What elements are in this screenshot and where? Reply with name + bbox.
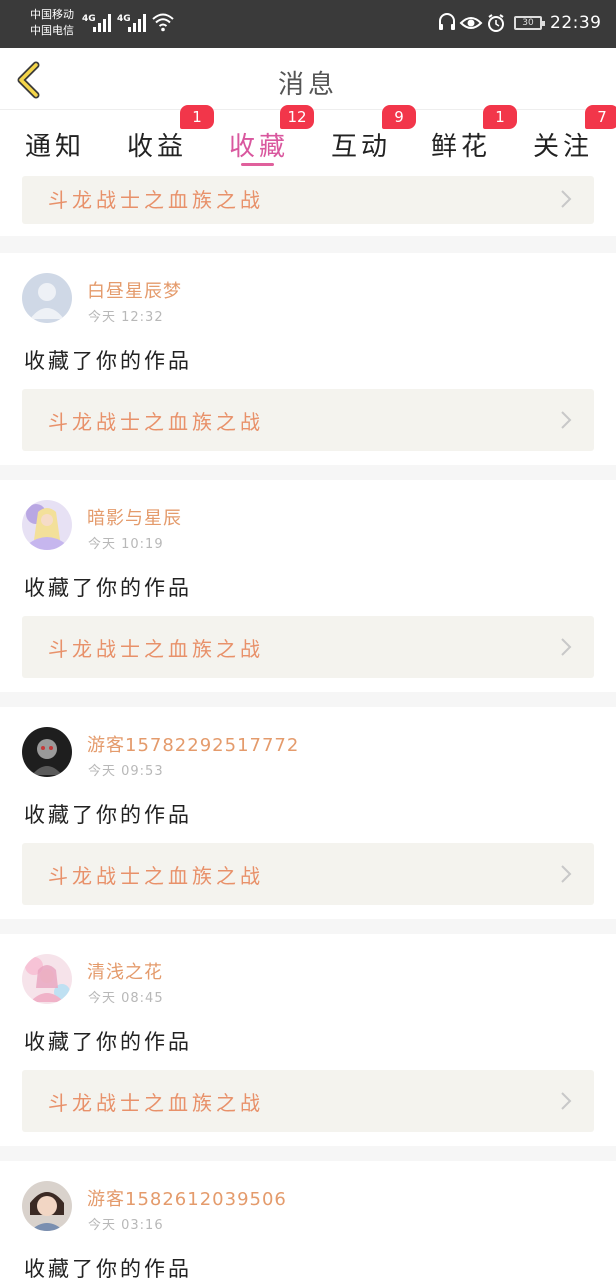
message-card: 游客15782292517772 今天 09:53 收藏了你的作品 斗龙战士之血… xyxy=(0,707,616,919)
tab-flowers[interactable]: 鲜花 xyxy=(421,126,501,163)
battery-icon: 30 xyxy=(514,16,545,30)
avatar[interactable] xyxy=(22,727,72,777)
avatar[interactable] xyxy=(22,1181,72,1231)
avatar[interactable] xyxy=(22,954,72,1004)
signal-icon xyxy=(93,14,113,32)
wifi-icon xyxy=(152,13,174,32)
chevron-right-icon xyxy=(561,411,572,429)
tab-follows[interactable]: 关注 xyxy=(523,126,603,163)
status-bar: 中国移动 中国电信 4G 4G 30 22:39 xyxy=(0,0,616,48)
user-name[interactable]: 清浅之花 xyxy=(87,958,163,984)
tab-interactions[interactable]: 互动 xyxy=(321,126,401,163)
user-name[interactable]: 游客1582612039506 xyxy=(87,1185,287,1211)
headset-icon xyxy=(439,13,455,30)
message-action: 收藏了你的作品 xyxy=(24,349,192,373)
user-name[interactable]: 白昼星辰梦 xyxy=(87,277,182,303)
tab-favorites-badge: 12 xyxy=(280,105,314,129)
navigation-header: 消息 xyxy=(0,48,616,110)
work-link[interactable]: 斗龙战士之血族之战 xyxy=(22,1070,594,1132)
system-icons xyxy=(439,13,504,32)
signal-icon xyxy=(128,14,148,32)
message-card: 暗影与星辰 今天 10:19 收藏了你的作品 斗龙战士之血族之战 xyxy=(0,480,616,692)
message-list[interactable]: 斗龙战士之血族之战 白昼星辰梦 今天 12:32 收藏了你的作品 斗龙战士之血族… xyxy=(0,176,616,1280)
chevron-right-icon xyxy=(561,865,572,883)
alarm-icon xyxy=(488,14,504,32)
message-time: 今天 03:16 xyxy=(88,1218,164,1233)
chevron-right-icon xyxy=(561,190,572,208)
message-action: 收藏了你的作品 xyxy=(24,803,192,827)
work-link[interactable]: 斗龙战士之血族之战 xyxy=(22,389,594,451)
avatar[interactable] xyxy=(22,500,72,550)
work-title: 斗龙战士之血族之战 xyxy=(48,864,264,888)
carrier-info: 中国移动 中国电信 xyxy=(30,7,74,39)
work-title: 斗龙战士之血族之战 xyxy=(48,637,264,661)
user-name[interactable]: 暗影与星辰 xyxy=(87,504,182,530)
work-title: 斗龙战士之血族之战 xyxy=(48,410,264,434)
chevron-right-icon xyxy=(561,638,572,656)
tab-flowers-badge: 1 xyxy=(483,105,517,129)
message-action: 收藏了你的作品 xyxy=(24,576,192,600)
message-time: 今天 08:45 xyxy=(88,991,164,1006)
carrier-1: 中国移动 xyxy=(30,8,74,21)
message-time: 今天 09:53 xyxy=(88,764,164,779)
work-title: 斗龙战士之血族之战 xyxy=(48,1091,264,1115)
work-title: 斗龙战士之血族之战 xyxy=(48,188,264,212)
message-action: 收藏了你的作品 xyxy=(24,1030,192,1054)
message-card: 清浅之花 今天 08:45 收藏了你的作品 斗龙战士之血族之战 xyxy=(0,934,616,1146)
chevron-right-icon xyxy=(561,1092,572,1110)
active-tab-indicator xyxy=(241,163,274,166)
tab-follows-badge: 7 xyxy=(585,105,616,129)
work-link[interactable]: 斗龙战士之血族之战 xyxy=(22,616,594,678)
tab-earnings[interactable]: 收益 xyxy=(117,126,197,163)
avatar[interactable] xyxy=(22,273,72,323)
message-card: 白昼星辰梦 今天 12:32 收藏了你的作品 斗龙战士之血族之战 xyxy=(0,253,616,465)
carrier-2: 中国电信 xyxy=(30,24,74,37)
work-link[interactable]: 斗龙战士之血族之战 xyxy=(22,843,594,905)
message-time: 今天 12:32 xyxy=(88,310,164,325)
message-time: 今天 10:19 xyxy=(88,537,164,552)
tab-earnings-badge: 1 xyxy=(180,105,214,129)
message-card: 斗龙战士之血族之战 xyxy=(0,176,616,236)
eye-icon xyxy=(459,17,483,29)
user-name[interactable]: 游客15782292517772 xyxy=(87,731,299,757)
page-title: 消息 xyxy=(277,70,338,100)
tab-interactions-badge: 9 xyxy=(382,105,416,129)
clock: 22:39 xyxy=(550,13,602,33)
tab-notifications[interactable]: 通知 xyxy=(15,126,95,163)
message-card: 游客1582612039506 今天 03:16 收藏了你的作品 xyxy=(0,1161,616,1280)
message-action: 收藏了你的作品 xyxy=(24,1257,192,1280)
tab-favorites[interactable]: 收藏 xyxy=(219,126,299,163)
work-link[interactable]: 斗龙战士之血族之战 xyxy=(22,176,594,224)
